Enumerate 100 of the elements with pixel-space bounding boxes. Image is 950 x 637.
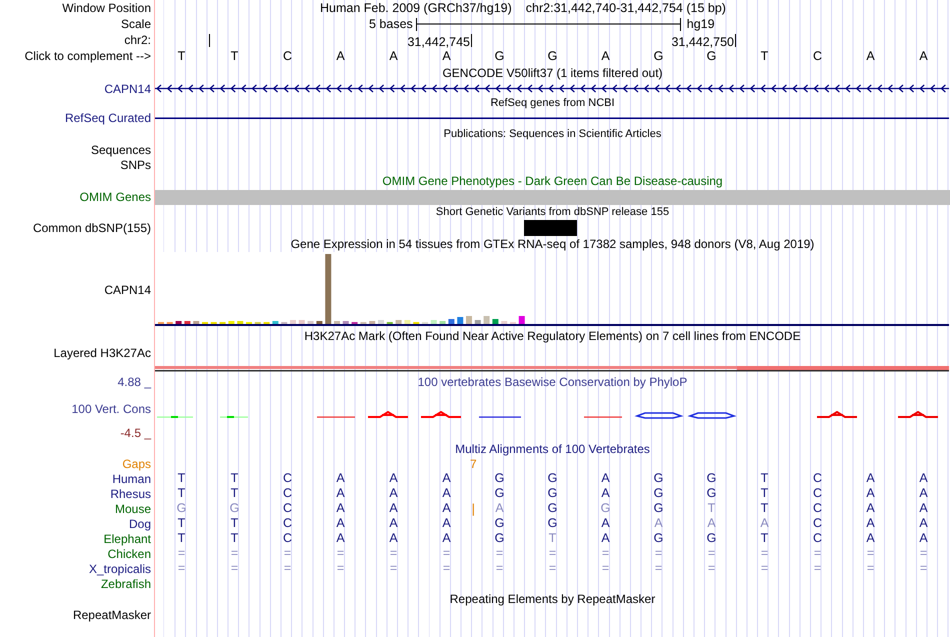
base-letter[interactable]: A — [866, 50, 875, 62]
aligned-base: T — [178, 472, 186, 485]
aligned-base: G — [654, 502, 664, 515]
aligned-base: T — [230, 487, 238, 500]
aligned-base: T — [178, 517, 186, 530]
assembly-name: Human Feb. 2009 (GRCh37/hg19) — [320, 2, 512, 14]
track-title: RefSeq genes from NCBI — [489, 98, 616, 108]
species-label: Dog — [128, 518, 151, 530]
aligned-base: = — [390, 562, 398, 575]
aligned-base: T — [230, 532, 238, 545]
aligned-base: T — [230, 472, 238, 485]
track-label: Gaps — [122, 458, 151, 470]
aligned-base: G — [706, 532, 716, 545]
aligned-base: = — [442, 562, 450, 575]
base-letter[interactable]: A — [336, 50, 345, 62]
aligned-base: C — [282, 532, 292, 545]
base-letter[interactable]: C — [282, 50, 292, 62]
base-letter[interactable]: T — [230, 50, 238, 62]
aligned-base: A — [601, 532, 610, 545]
track-label: Click to complement --> — [24, 50, 151, 62]
base-letter[interactable]: A — [919, 50, 928, 62]
aligned-base: T — [708, 502, 716, 515]
aligned-base: = — [230, 547, 238, 560]
aligned-base: = — [496, 562, 504, 575]
base-letter[interactable]: G — [654, 50, 664, 62]
track-title: Repeating Elements by RepeatMasker — [448, 593, 656, 605]
base-letter[interactable]: G — [548, 50, 558, 62]
aligned-base: = — [178, 547, 186, 560]
aligned-base: A — [389, 472, 398, 485]
aligned-base: = — [814, 562, 822, 575]
aligned-base: A — [919, 487, 928, 500]
base-letter[interactable]: A — [601, 50, 610, 62]
aligned-base: = — [866, 547, 874, 560]
aligned-base: = — [920, 562, 928, 575]
aligned-base: G — [600, 502, 610, 515]
aligned-base: = — [548, 562, 556, 575]
aligned-base: A — [601, 472, 610, 485]
aligned-base: T — [760, 502, 768, 515]
aligned-base: = — [866, 562, 874, 575]
track-label: Window Position — [62, 2, 151, 14]
track-title: Multiz Alignments of 100 Vertebrates — [454, 443, 651, 455]
track-label: SNPs — [120, 158, 151, 170]
aligned-base: = — [920, 547, 928, 560]
aligned-base: G — [230, 502, 240, 515]
aligned-base: A — [336, 502, 345, 515]
aligned-base: = — [178, 562, 186, 575]
aligned-base: T — [178, 487, 186, 500]
aligned-base: = — [284, 562, 292, 575]
aligned-base: A — [442, 517, 451, 530]
base-letter[interactable]: A — [442, 50, 451, 62]
base-letter[interactable]: T — [760, 50, 768, 62]
track-label: OMIM Genes — [80, 191, 151, 203]
base-letter[interactable]: G — [494, 50, 504, 62]
track-title: OMIM Gene Phenotypes - Dark Green Can Be Disease-causing — [381, 174, 724, 186]
aligned-base: A — [442, 502, 451, 515]
gap-count: 7 — [470, 458, 477, 470]
track-label: Layered H3K27Ac — [54, 347, 151, 359]
aligned-base: C — [282, 487, 292, 500]
aligned-base: G — [548, 502, 558, 515]
aligned-base: A — [336, 517, 345, 530]
aligned-base: G — [654, 532, 664, 545]
track-label: CAPN14 — [104, 284, 151, 296]
base-letter[interactable]: T — [178, 50, 186, 62]
base-letter[interactable]: C — [812, 50, 822, 62]
track-label: RefSeq Curated — [64, 112, 151, 124]
track-title: H3K27Ac Mark (Often Found Near Active Regulatory Elements) on 7 cell lines from ENCODE — [303, 330, 802, 342]
track-title: Gene Expression in 54 tissues from GTEx RNA-seq of 17382 samples, 948 donors (V8, Aug 2019) — [290, 238, 816, 250]
ruler-tick — [209, 34, 210, 47]
scale-assembly: hg19 — [686, 18, 715, 30]
aligned-base: C — [812, 472, 822, 485]
track-label: Scale — [120, 18, 151, 30]
aligned-base: A — [707, 517, 716, 530]
aligned-base: G — [654, 472, 664, 485]
track-title: GENCODE V50lift37 (1 items filtered out) — [441, 66, 664, 78]
aligned-base: A — [866, 502, 875, 515]
aligned-base: T — [548, 532, 556, 545]
base-letter[interactable]: A — [389, 50, 398, 62]
species-label: Rhesus — [110, 488, 151, 500]
ruler-tick-label: 31,442,750 — [671, 36, 734, 48]
track-label: 100 Vert. Cons — [72, 402, 151, 414]
aligned-base: G — [548, 472, 558, 485]
base-letter[interactable]: G — [706, 50, 716, 62]
aligned-base: A — [336, 472, 345, 485]
aligned-base: G — [548, 487, 558, 500]
aligned-base: A — [336, 532, 345, 545]
aligned-base: G — [494, 532, 504, 545]
aligned-base: = — [760, 547, 768, 560]
aligned-base: A — [601, 517, 610, 530]
aligned-base: A — [760, 517, 769, 530]
aligned-base: C — [282, 517, 292, 530]
track-label: -4.5 _ — [120, 427, 151, 439]
aligned-base: G — [494, 487, 504, 500]
aligned-base: A — [919, 517, 928, 530]
aligned-base: = — [336, 547, 344, 560]
track-label: 4.88 _ — [118, 376, 151, 388]
aligned-base: T — [760, 472, 768, 485]
aligned-base: A — [389, 502, 398, 515]
aligned-base: = — [284, 547, 292, 560]
aligned-base: A — [919, 532, 928, 545]
scale-text: 5 bases — [369, 18, 413, 30]
